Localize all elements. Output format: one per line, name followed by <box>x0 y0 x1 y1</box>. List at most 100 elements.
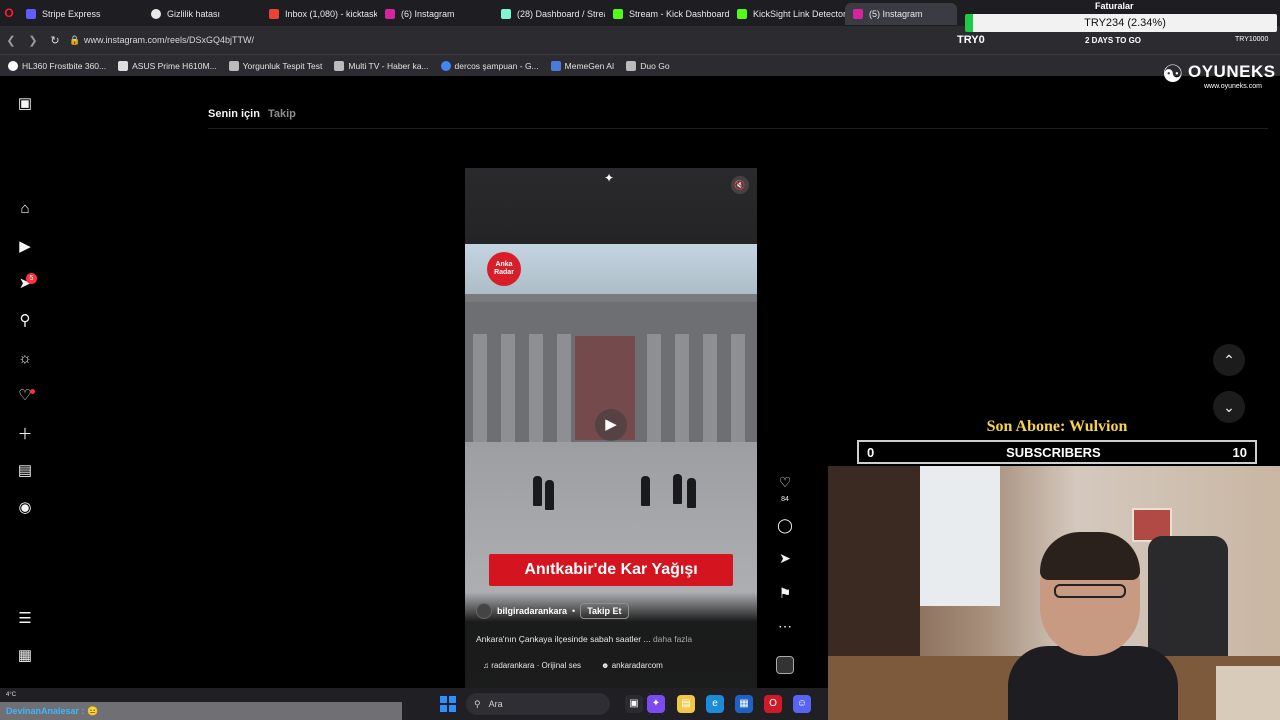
chat-ticker: DevinanAnalesar : 😐 <box>0 702 402 720</box>
tab-following[interactable]: Takip <box>268 108 296 120</box>
discord-icon[interactable]: ☺ <box>793 695 811 713</box>
messages-badge: 5 <box>26 273 37 284</box>
share-icon[interactable]: ➤ <box>773 550 797 567</box>
instagram-sidebar: ▣ ⌂ ▶ ➤ 5 ⚲ ☼ ♡ ＋ ▤ ◉ ☰ ▦ <box>0 76 50 688</box>
copilot-icon[interactable]: ✦ <box>647 695 665 713</box>
search-icon[interactable]: ⚲ <box>15 310 35 330</box>
store-icon[interactable]: ▦ <box>735 695 753 713</box>
anka-radar-logo: Anka Radar <box>487 252 521 286</box>
last-subscriber-label: Son Abone: Wulvion <box>986 418 1128 435</box>
column <box>473 334 487 442</box>
tab-streamlabs[interactable]: (28) Dashboard / Streamla <box>493 3 605 25</box>
oyuneks-brand: OYUNEKS <box>1188 62 1276 81</box>
forward-arrow-icon[interactable]: ❯ <box>22 34 44 47</box>
google-favicon-icon <box>440 60 451 71</box>
oyuneks-site: www.oyuneks.com <box>1204 83 1262 90</box>
previous-reel-chevron-up-icon[interactable]: ⌃ <box>1213 344 1245 376</box>
reload-icon[interactable]: ↻ <box>44 34 66 47</box>
audio-link[interactable]: ♫ radarankara · Orijinal ses <box>483 661 581 670</box>
bookmark-icon[interactable]: ⚑ <box>773 585 797 602</box>
home-icon[interactable]: ⌂ <box>15 198 35 218</box>
weather-widget[interactable]: 4°C <box>6 692 16 698</box>
bookmark-yorgunluk[interactable]: Yorgunluk Tespit Test <box>228 60 322 71</box>
bookmark-dercos[interactable]: dercos şampuan - G... <box>440 60 539 71</box>
windows-start-icon[interactable] <box>440 696 456 712</box>
tab-for-you[interactable]: Senin için <box>208 108 260 120</box>
webcam-pillow <box>1216 666 1280 720</box>
webcam-person-body <box>1008 646 1178 720</box>
file-explorer-icon[interactable]: ▤ <box>677 695 695 713</box>
webcam-feed <box>828 466 1280 720</box>
reel-meta-row: ♫ radarankara · Orijinal ses ☻ ankaradar… <box>483 661 663 670</box>
bookmark-multitv[interactable]: Multi TV - Haber ka... <box>334 60 429 71</box>
tab-instagram-5[interactable]: (5) Instagram <box>845 3 957 25</box>
tab-gmail[interactable]: Inbox (1,080) - kicktaskin <box>261 3 377 25</box>
bookmark-asus[interactable]: ASUS Prime H610M... <box>118 60 217 71</box>
dashboard-icon[interactable]: ▤ <box>15 460 35 480</box>
site-info-icon[interactable]: 🔒 <box>66 35 84 46</box>
comment-icon[interactable]: ◯ <box>773 517 797 534</box>
reel-description: Ankara'nın Çankaya ilçesinde sabah saatl… <box>476 634 692 644</box>
like-heart-icon[interactable]: ♡ <box>773 474 797 491</box>
create-icon[interactable]: ＋ <box>15 423 35 443</box>
tab-instagram-6[interactable]: (6) Instagram <box>377 3 493 25</box>
bookmark-memegen[interactable]: MemeGen AI <box>550 60 614 71</box>
bookmark-hl360[interactable]: HL360 Frostbite 360... <box>8 60 106 71</box>
opera-logo-icon[interactable]: O <box>0 0 18 26</box>
notification-dot <box>30 389 35 394</box>
like-count: 84 <box>781 496 789 503</box>
page-icon <box>228 60 239 71</box>
back-arrow-icon[interactable]: ❮ <box>0 34 22 47</box>
instagram-logo-icon[interactable]: ▣ <box>15 93 35 113</box>
divider <box>208 128 1268 129</box>
column <box>501 334 515 442</box>
goal-end-label: TRY10000 <box>1235 36 1269 43</box>
subscriber-goal-bar: 0 SUBSCRIBERS 10 <box>857 440 1257 464</box>
gmail-favicon-icon <box>269 9 279 19</box>
stripe-favicon-icon <box>26 9 36 19</box>
tagged-user-link[interactable]: ☻ ankaradarcom <box>601 661 663 670</box>
author-name[interactable]: bilgiradarankara <box>497 606 567 616</box>
task-view-icon[interactable]: ▣ <box>625 695 643 713</box>
tab-stripe[interactable]: Stripe Express <box>18 3 143 25</box>
person-figure <box>533 476 542 506</box>
tab-kicksight[interactable]: KickSight Link Detector <box>729 3 845 25</box>
notifications-heart-icon[interactable]: ♡ <box>15 385 35 405</box>
reels-icon[interactable]: ▶ <box>15 236 35 256</box>
more-options-icon[interactable]: ⋯ <box>773 618 797 635</box>
taskbar-search[interactable]: ⚲ Ara <box>466 693 610 715</box>
reel-player[interactable]: ✦ 🔇 Anka Radar ▶ Anıtkabir'de Kar Yağışı <box>465 168 757 688</box>
goal-start-label: TRY0 <box>957 34 985 46</box>
sparkle-icon[interactable]: ✦ <box>604 171 614 185</box>
person-figure <box>545 480 554 510</box>
bookmark-duogo[interactable]: Duo Go <box>626 60 670 71</box>
profile-avatar-icon[interactable]: ◉ <box>15 497 35 517</box>
menu-icon[interactable]: ☰ <box>15 608 35 628</box>
tab-privacy-error[interactable]: Gizlilik hatası <box>143 3 261 25</box>
music-note-icon: ♫ <box>483 661 492 670</box>
video-caption-banner: Anıtkabir'de Kar Yağışı <box>489 554 733 586</box>
explore-icon[interactable]: ☼ <box>15 348 35 368</box>
audio-label: radarankara · Orijinal ses <box>491 661 582 670</box>
tab-kick-dashboard[interactable]: Stream - Kick Dashboard <box>605 3 729 25</box>
feed-tabs: Senin için Takip <box>208 108 296 120</box>
sub-goal-label: SUBSCRIBERS <box>1006 444 1101 460</box>
edge-icon[interactable]: e <box>706 695 724 713</box>
apps-icon[interactable]: ▦ <box>15 645 35 665</box>
separator-dot: • <box>572 606 576 616</box>
audio-thumbnail[interactable] <box>776 656 794 674</box>
column <box>731 334 745 442</box>
search-placeholder: Ara <box>488 699 503 709</box>
follow-button[interactable]: Takip Et <box>580 603 629 619</box>
instagram-favicon-icon <box>385 9 395 19</box>
mute-icon[interactable]: 🔇 <box>731 176 749 194</box>
url-field[interactable]: www.instagram.com/reels/DSxGQ4bjTTW/ <box>84 35 254 45</box>
more-link[interactable]: daha fazla <box>653 634 692 644</box>
opera-taskbar-icon[interactable]: O <box>764 695 782 713</box>
oyuneks-logo: ☯ OYUNEKS www.oyuneks.com <box>1162 58 1275 98</box>
person-figure <box>687 478 696 508</box>
column <box>675 334 689 442</box>
play-icon[interactable]: ▶ <box>595 409 627 441</box>
webcam-window <box>920 466 1000 606</box>
author-avatar[interactable] <box>476 603 492 619</box>
